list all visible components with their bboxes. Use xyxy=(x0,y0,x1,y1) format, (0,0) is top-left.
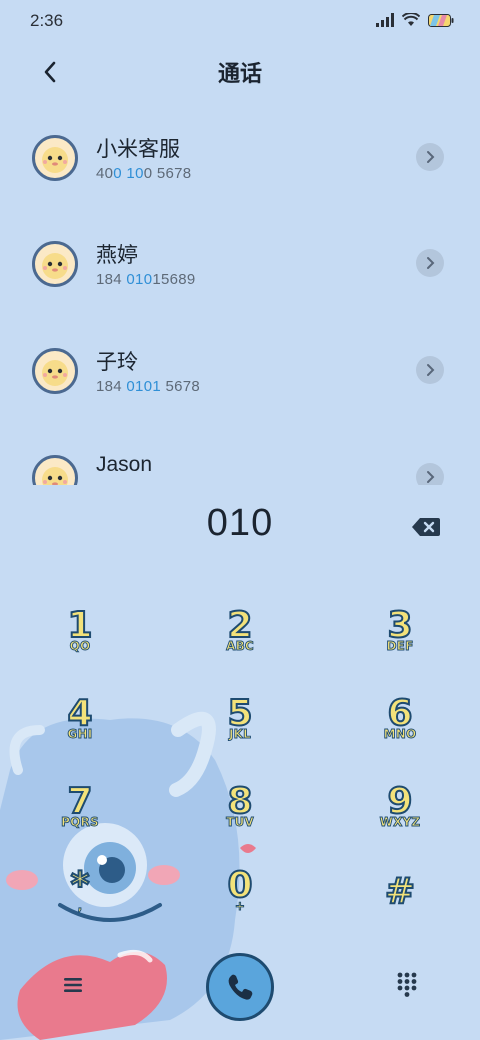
key-3[interactable]: 3 DEF xyxy=(340,590,460,670)
bottom-bar xyxy=(0,950,480,1030)
header: 通话 xyxy=(0,48,480,92)
key-letters: DEF xyxy=(386,638,414,653)
chevron-right-icon xyxy=(427,471,435,483)
wifi-icon xyxy=(402,13,420,26)
chevron-right-icon xyxy=(427,151,435,163)
key-star[interactable]: * , xyxy=(20,850,140,930)
key-4[interactable]: 4 GHI xyxy=(20,678,140,758)
key-5[interactable]: 5 JKL xyxy=(180,678,300,758)
keypad-grid-icon xyxy=(397,972,417,997)
call-button[interactable] xyxy=(206,953,274,1021)
backspace-button[interactable] xyxy=(410,514,442,540)
contact-item[interactable]: 子玲 184 0101 5678 xyxy=(0,318,480,424)
keypad: 1 QO 2 ABC 3 DEF 4 GHI 5 JKL 6 MNO 7 PQR… xyxy=(0,590,480,950)
dialed-number: 010 xyxy=(206,502,274,544)
keypad-toggle-button[interactable] xyxy=(392,970,422,1000)
contact-number: 184 0101 5678 xyxy=(96,378,200,395)
contact-name: 子玲 xyxy=(96,350,138,374)
contact-detail-button[interactable] xyxy=(416,356,444,384)
number-match: 10 xyxy=(126,165,144,182)
key-letters: + xyxy=(234,898,246,913)
avatar xyxy=(32,135,78,181)
key-0[interactable]: 0 + xyxy=(180,850,300,930)
avatar xyxy=(32,348,78,394)
contact-number: 184 01015689 xyxy=(96,271,196,288)
avatar xyxy=(32,241,78,287)
key-7[interactable]: 7 PQRS xyxy=(20,766,140,846)
key-letters: MNO xyxy=(383,726,417,741)
key-9[interactable]: 9 WXYZ xyxy=(340,766,460,846)
key-digit: # xyxy=(384,871,416,912)
number-part: 5678 xyxy=(160,378,201,395)
key-2[interactable]: 2 ABC xyxy=(180,590,300,670)
contact-name: Jason xyxy=(96,453,153,476)
key-letters: JKL xyxy=(228,726,252,741)
number-part: 184 xyxy=(96,271,127,288)
contact-detail-button[interactable] xyxy=(416,143,444,171)
status-icons xyxy=(376,13,454,27)
number-part: 15689 xyxy=(152,271,196,288)
key-letters: GHI xyxy=(67,726,93,741)
contact-number: 400 100 5678 xyxy=(96,165,191,182)
number-part: 40 xyxy=(96,165,114,182)
page-title: 通话 xyxy=(217,62,262,87)
contact-item[interactable]: 燕婷 184 01015689 xyxy=(0,211,480,317)
contact-name: 小米客服 xyxy=(96,137,180,161)
key-letters: QO xyxy=(69,638,91,653)
number-match: 010 xyxy=(126,271,153,288)
number-part: 0 5678 xyxy=(143,165,192,182)
number-part: 184 xyxy=(96,378,127,395)
contact-item[interactable]: 小米客服 400 100 5678 xyxy=(0,105,480,211)
contact-name: 燕婷 xyxy=(96,243,138,267)
key-hash[interactable]: # xyxy=(340,850,460,930)
battery-icon xyxy=(428,13,454,27)
key-letters: TUV xyxy=(226,814,255,829)
contact-item[interactable]: Jason xyxy=(0,425,480,485)
key-letters: PQRS xyxy=(61,814,99,829)
key-8[interactable]: 8 TUV xyxy=(180,766,300,846)
status-time: 2:36 xyxy=(30,11,64,30)
key-letters: ABC xyxy=(226,638,255,653)
contact-list: 小米客服 400 100 5678 燕婷 184 01015689 子玲 184… xyxy=(0,105,480,485)
key-1[interactable]: 1 QO xyxy=(20,590,140,670)
key-letters: WXYZ xyxy=(379,814,421,829)
contact-detail-button[interactable] xyxy=(416,249,444,277)
number-match: 0101 xyxy=(126,378,161,395)
chevron-right-icon xyxy=(427,364,435,376)
key-6[interactable]: 6 MNO xyxy=(340,678,460,758)
avatar xyxy=(32,455,78,485)
phone-icon xyxy=(228,974,253,1000)
contact-detail-button[interactable] xyxy=(416,463,444,485)
number-match: 0 xyxy=(113,165,122,182)
signal-icon xyxy=(376,13,394,27)
backspace-icon xyxy=(412,518,440,536)
key-letters: , xyxy=(77,898,83,913)
menu-icon xyxy=(64,978,82,992)
status-bar: 2:36 xyxy=(0,0,480,40)
chevron-right-icon xyxy=(427,257,435,269)
menu-button[interactable] xyxy=(58,970,88,1000)
